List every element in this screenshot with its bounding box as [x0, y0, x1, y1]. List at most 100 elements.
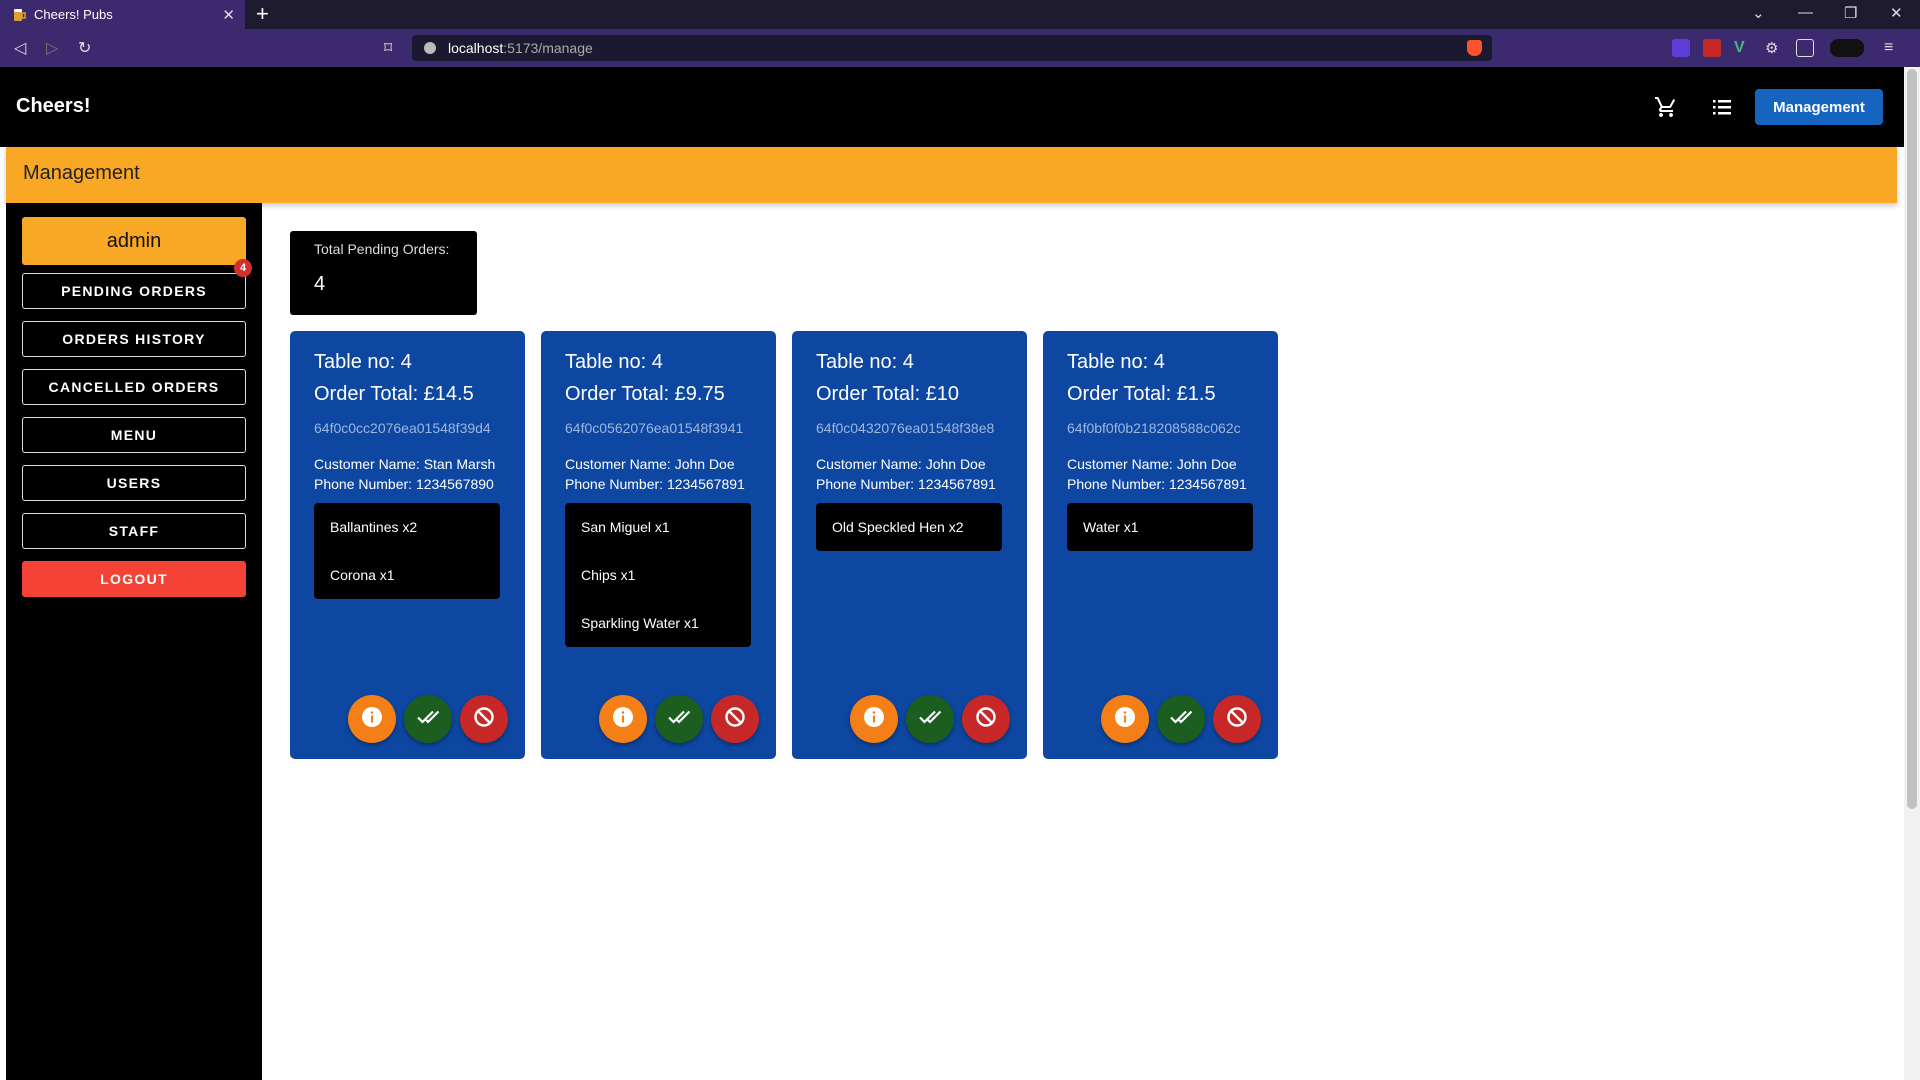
pending-count-badge: 4 — [234, 259, 252, 277]
management-button[interactable]: Management — [1755, 89, 1883, 125]
phone-number: Phone Number: 1234567890 — [314, 476, 494, 492]
sidebar-item-staff[interactable]: STAFF — [22, 513, 246, 549]
sidebar: admin PENDING ORDERS 4 ORDERS HISTORY CA… — [6, 203, 262, 1080]
user-name-box: admin — [22, 217, 246, 265]
sidebar-toggle-icon[interactable] — [1796, 39, 1814, 57]
app-header: Cheers! Management — [0, 67, 1904, 147]
app-title[interactable]: Cheers! — [16, 95, 90, 118]
complete-order-button[interactable] — [1157, 695, 1205, 743]
order-info-button[interactable] — [599, 695, 647, 743]
wallet-icon[interactable] — [1830, 39, 1864, 57]
sidebar-item-menu[interactable]: MENU — [22, 417, 246, 453]
info-icon — [612, 706, 634, 733]
order-id: 64f0c0cc2076ea01548f39d4 — [314, 420, 491, 436]
browser-menu-icon[interactable]: ≡ — [1884, 39, 1902, 57]
tab-search-icon[interactable]: ⌄ — [1752, 4, 1765, 22]
double-check-icon — [416, 705, 440, 734]
customer-name: Customer Name: John Doe — [565, 456, 735, 472]
order-info-button[interactable] — [348, 695, 396, 743]
block-icon — [724, 706, 746, 733]
order-item: Corona x1 — [330, 567, 395, 583]
brave-shields-icon[interactable] — [1467, 40, 1482, 56]
cancel-order-button[interactable] — [460, 695, 508, 743]
customer-name: Customer Name: Stan Marsh — [314, 456, 496, 472]
close-window-icon[interactable]: ✕ — [1890, 4, 1903, 22]
address-bar[interactable]: localhost:5173/manage — [412, 35, 1492, 61]
block-icon — [1226, 706, 1248, 733]
minimize-icon[interactable]: — — [1798, 4, 1813, 21]
new-tab-icon[interactable]: + — [256, 2, 269, 26]
order-item: Chips x1 — [581, 567, 636, 583]
page-scrollbar[interactable] — [1904, 67, 1920, 1080]
site-info-icon[interactable] — [424, 42, 436, 54]
order-item: Old Speckled Hen x2 — [832, 519, 964, 535]
browser-toolbar: ◁ ▷ ↻ ⌑ localhost:5173/manage V ⚙ ≡ — [0, 29, 1920, 67]
block-icon — [473, 706, 495, 733]
ublock-icon[interactable] — [1703, 39, 1721, 57]
order-card: Table no: 4 Order Total: £1.5 64f0bf0f0b… — [1043, 331, 1278, 759]
sidebar-item-cancelled-orders[interactable]: CANCELLED ORDERS — [22, 369, 246, 405]
extension-icon[interactable] — [1672, 39, 1690, 57]
order-total: Order Total: £1.5 — [1067, 383, 1216, 405]
scroll-thumb[interactable] — [1907, 69, 1917, 809]
info-icon — [1114, 706, 1136, 733]
vue-devtools-icon[interactable]: V — [1734, 39, 1752, 57]
bookmark-icon[interactable]: ⌑ — [384, 38, 392, 58]
list-icon[interactable] — [1710, 95, 1734, 124]
block-icon — [975, 706, 997, 733]
info-icon — [361, 706, 383, 733]
double-check-icon — [667, 705, 691, 734]
forward-icon[interactable]: ▷ — [46, 38, 58, 58]
order-id: 64f0c0432076ea01548f38e8 — [816, 420, 995, 436]
order-card: Table no: 4 Order Total: £9.75 64f0c0562… — [541, 331, 776, 759]
total-pending-orders-box: Total Pending Orders: 4 — [290, 231, 477, 315]
phone-number: Phone Number: 1234567891 — [816, 476, 996, 492]
back-icon[interactable]: ◁ — [14, 38, 26, 58]
table-number: Table no: 4 — [1067, 351, 1165, 373]
phone-number: Phone Number: 1234567891 — [565, 476, 745, 492]
url-path: :5173/manage — [503, 40, 593, 56]
order-id: 64f0bf0f0b218208588c062c — [1067, 420, 1241, 436]
sidebar-item-orders-history[interactable]: ORDERS HISTORY — [22, 321, 246, 357]
cancel-order-button[interactable] — [962, 695, 1010, 743]
order-items-list: Old Speckled Hen x2 — [816, 503, 1002, 551]
restore-icon[interactable]: ❐ — [1844, 4, 1857, 22]
cancel-order-button[interactable] — [1213, 695, 1261, 743]
table-number: Table no: 4 — [314, 351, 412, 373]
order-item: San Miguel x1 — [581, 519, 670, 535]
table-number: Table no: 4 — [565, 351, 663, 373]
sidebar-item-users[interactable]: USERS — [22, 465, 246, 501]
double-check-icon — [1169, 705, 1193, 734]
order-total: Order Total: £9.75 — [565, 383, 725, 405]
complete-order-button[interactable] — [404, 695, 452, 743]
total-pending-value: 4 — [314, 273, 326, 295]
order-item: Water x1 — [1083, 519, 1139, 535]
cart-icon[interactable] — [1654, 95, 1678, 124]
phone-number: Phone Number: 1234567891 — [1067, 476, 1247, 492]
browser-tab-bar: Cheers! Pubs ✕ + ⌄ — ❐ ✕ — [0, 0, 1920, 29]
complete-order-button[interactable] — [655, 695, 703, 743]
order-card: Table no: 4 Order Total: £10 64f0c043207… — [792, 331, 1027, 759]
url-host: localhost — [448, 40, 504, 56]
order-item: Sparkling Water x1 — [581, 615, 699, 631]
info-icon — [863, 706, 885, 733]
sidebar-item-pending-orders[interactable]: PENDING ORDERS — [22, 273, 246, 309]
order-id: 64f0c0562076ea01548f3941 — [565, 420, 744, 436]
order-total: Order Total: £14.5 — [314, 383, 474, 405]
double-check-icon — [918, 705, 942, 734]
extensions-puzzle-icon[interactable]: ⚙ — [1765, 39, 1783, 57]
page-title: Management — [23, 162, 140, 184]
complete-order-button[interactable] — [906, 695, 954, 743]
tab-close-icon[interactable]: ✕ — [222, 6, 235, 24]
order-items-list: Water x1 — [1067, 503, 1253, 551]
table-number: Table no: 4 — [816, 351, 914, 373]
order-items-list: San Miguel x1 Chips x1 Sparkling Water x… — [565, 503, 751, 647]
cancel-order-button[interactable] — [711, 695, 759, 743]
order-info-button[interactable] — [1101, 695, 1149, 743]
browser-tab[interactable]: Cheers! Pubs ✕ — [0, 0, 245, 29]
beer-favicon-icon — [12, 8, 26, 22]
total-pending-label: Total Pending Orders: — [314, 241, 450, 257]
reload-icon[interactable]: ↻ — [78, 38, 91, 58]
logout-button[interactable]: LOGOUT — [22, 561, 246, 597]
order-info-button[interactable] — [850, 695, 898, 743]
